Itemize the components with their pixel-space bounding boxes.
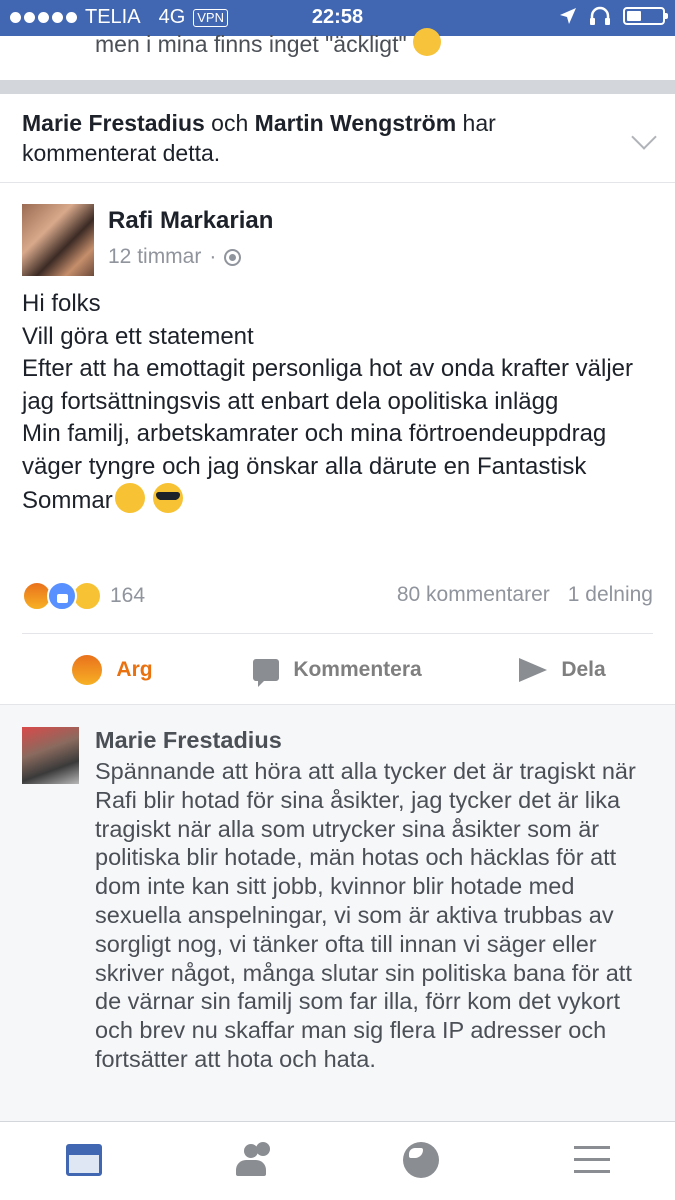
section-divider [0,80,675,94]
commenter-avatar[interactable] [22,727,79,784]
post-actions: Arg Kommentera Dela [0,645,675,695]
engagement-counts: 80 kommentarer 1 delning [397,583,653,607]
menu-icon[interactable] [570,1140,614,1180]
globe-icon [224,248,242,266]
thinking-emoji-icon [412,28,441,56]
location-arrow-icon [560,8,576,24]
post-line: Efter att ha emottagit personliga hot av… [22,355,634,415]
post-time[interactable]: 12 timmar [108,245,201,269]
chevron-down-icon[interactable] [631,124,657,150]
reaction-summary[interactable]: 164 [22,581,145,611]
bottom-tab-bar [0,1121,675,1200]
smiling-emoji-icon [114,483,145,513]
activity-notice: Marie Frestadius och Martin Wengström ha… [22,108,602,168]
comment-text: Spännande att höra att alla tycker det ä… [95,758,636,1072]
meta-separator: · [209,245,217,268]
post-body: Hi folks Vill göra ett statement Efter a… [22,288,662,518]
divider [22,633,653,634]
notice-connector: och [204,110,255,136]
friends-icon[interactable] [230,1140,274,1180]
battery-icon [623,7,668,25]
comment-author[interactable]: Marie Frestadius [95,727,282,754]
post-meta: 12 timmar · [108,245,242,269]
previous-comment-text: men i mina finns inget "äckligt" [95,31,407,57]
avatar[interactable] [22,204,94,276]
comments-count[interactable]: 80 kommentarer [397,583,550,607]
post-line: Hi folks [22,290,101,317]
react-button[interactable]: Arg [0,645,225,695]
headphones-icon [590,6,610,25]
globe-icon[interactable] [400,1140,444,1180]
share-label: Dela [561,658,606,681]
post-line: Vill göra ett statement [22,322,254,350]
share-icon [519,658,548,682]
comment-label: Kommentera [293,658,422,681]
reaction-count: 164 [110,584,146,607]
comment-icon [253,659,280,687]
share-button[interactable]: Dela [450,645,675,695]
react-label: Arg [116,658,153,681]
news-feed-icon[interactable] [62,1140,106,1180]
notice-name-1[interactable]: Marie Frestadius [22,110,205,136]
sunglasses-emoji-icon [153,483,184,513]
comment-button[interactable]: Kommentera [225,645,450,695]
angry-icon [72,655,103,685]
status-right [559,6,668,26]
divider [0,182,675,183]
post-line: Min familj, arbetskamrater och mina fört… [22,420,607,514]
like-reaction-icon [47,581,77,611]
notice-name-2[interactable]: Martin Wengström [255,110,456,136]
post-author[interactable]: Rafi Markarian [108,207,273,235]
post-line-last: Min familj, arbetskamrater och mina fört… [22,418,662,518]
shares-count[interactable]: 1 delning [568,583,653,607]
previous-comment-snippet: men i mina finns inget "äckligt" [95,28,441,58]
